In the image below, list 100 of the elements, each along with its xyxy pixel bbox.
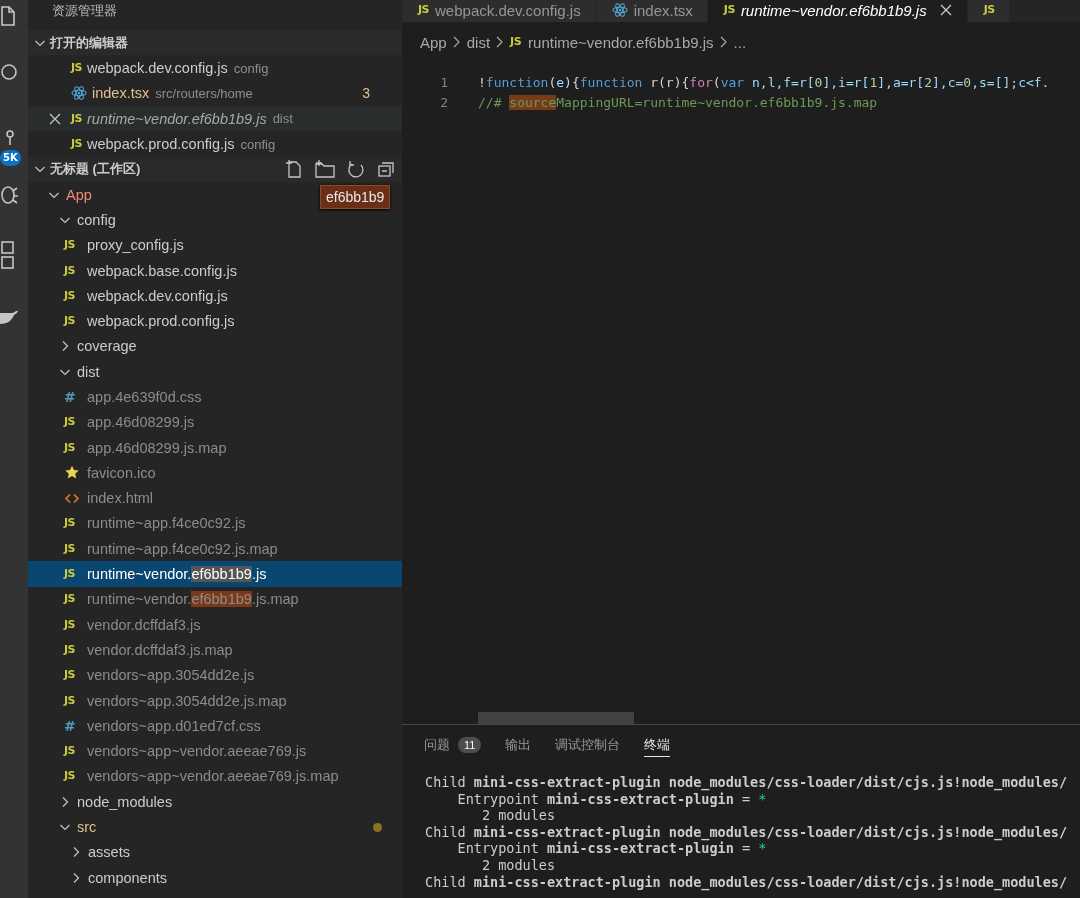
file-name: runtime~app.f4ce0c92.js.map bbox=[87, 540, 278, 557]
new-file-icon[interactable] bbox=[284, 159, 304, 180]
js-file-icon: JS bbox=[64, 541, 80, 556]
count-badge: 11 bbox=[458, 736, 482, 753]
terminal-line: Entrypoint mini-css-extract-plugin = * bbox=[456, 840, 767, 857]
file-item[interactable]: JS app.46d08299.js.map bbox=[28, 434, 233, 461]
js-file-icon: JS bbox=[723, 3, 735, 17]
file-item[interactable]: JS webpack.prod.config.js bbox=[28, 308, 241, 334]
breadcrumb[interactable]: dist bbox=[466, 33, 491, 51]
file-name: vendors~app.3054dd2e.js bbox=[87, 667, 255, 684]
file-item[interactable]: JS vendors~app~vendor.aeeae769.js.map bbox=[28, 763, 345, 790]
file-item[interactable]: JS vendors~app.3054dd2e.js bbox=[28, 662, 261, 688]
editor-tab[interactable]: JS webpack.dev.config.js bbox=[402, 0, 596, 22]
file-name: favicon.ico bbox=[87, 464, 156, 481]
editor-tab[interactable]: index.tsx bbox=[595, 0, 708, 22]
css-file-icon: # bbox=[64, 390, 80, 404]
folder-item[interactable]: node_modules bbox=[28, 789, 179, 815]
file-name: webpack.dev.config.js bbox=[87, 287, 228, 304]
breadcrumb[interactable]: App bbox=[420, 33, 447, 51]
new-folder-icon[interactable] bbox=[314, 159, 336, 180]
problem-count: 3 bbox=[362, 85, 370, 102]
js-file-icon: JS bbox=[64, 415, 80, 430]
panel-tab[interactable]: 输出 bbox=[505, 733, 532, 757]
css-file-icon: # bbox=[64, 718, 80, 733]
editor-tab[interactable]: JS bbox=[967, 0, 1010, 22]
tooltip: ef6bb1b9 bbox=[320, 185, 391, 209]
panel-tab[interactable]: 终端 bbox=[644, 733, 671, 757]
open-editor-item[interactable]: JS webpack.dev.config.js config bbox=[28, 55, 402, 81]
file-name: runtime~vendor.ef6bb1b9.js bbox=[87, 110, 267, 127]
file-item[interactable]: index.html bbox=[28, 485, 160, 511]
file-item[interactable]: # app.4e639f0d.css bbox=[28, 384, 208, 410]
file-path: config bbox=[233, 60, 269, 76]
bug-icon bbox=[0, 185, 18, 205]
breadcrumb[interactable]: ... bbox=[733, 33, 747, 51]
refresh-icon[interactable] bbox=[346, 159, 366, 180]
folder-item[interactable]: components bbox=[28, 865, 173, 891]
scrollbar-thumb[interactable] bbox=[478, 712, 634, 724]
file-item[interactable]: JS webpack.dev.config.js bbox=[28, 283, 234, 309]
file-item[interactable]: JS runtime~vendor.ef6bb1b9.js.map bbox=[28, 586, 305, 612]
open-editor-item[interactable]: JS runtime~vendor.ef6bb1b9.js dist bbox=[28, 106, 402, 132]
js-file-icon: JS bbox=[64, 567, 80, 582]
js-file-icon: JS bbox=[418, 3, 429, 17]
folder-item[interactable]: assets bbox=[28, 839, 136, 865]
file-item[interactable]: JS app.46d08299.js bbox=[28, 409, 201, 435]
file-item[interactable]: JS vendor.dcffdaf3.js bbox=[28, 612, 207, 638]
folder-name: node_modules bbox=[77, 793, 173, 810]
js-file-icon: JS bbox=[983, 3, 995, 17]
folder-item[interactable]: App bbox=[28, 181, 98, 208]
chevron-right-icon bbox=[451, 35, 462, 49]
section-header[interactable]: 无标题 (工作区) bbox=[28, 156, 402, 182]
folder-name: config bbox=[77, 211, 116, 228]
file-item[interactable]: JS runtime~app.f4ce0c92.js.map bbox=[28, 536, 284, 562]
js-file-icon: JS bbox=[64, 617, 80, 632]
js-file-icon: JS bbox=[64, 744, 80, 759]
panel-tab[interactable]: 问题 11 bbox=[424, 733, 482, 757]
folder-item[interactable]: coverage bbox=[28, 333, 143, 360]
file-item[interactable]: JS proxy_config.js bbox=[28, 232, 190, 258]
file-item[interactable]: JS runtime~vendor.ef6bb1b9.js bbox=[28, 561, 402, 587]
file-item[interactable]: favicon.ico bbox=[28, 460, 162, 486]
atom-icon bbox=[71, 85, 87, 102]
file-name: runtime~vendor.ef6bb1b9.js bbox=[87, 566, 267, 583]
file-name: webpack.dev.config.js bbox=[87, 60, 228, 77]
section-header[interactable]: 打开的编辑器 bbox=[28, 30, 402, 56]
file-name: webpack.base.config.js bbox=[87, 262, 237, 279]
terminal-line: Child mini-css-extract-plugin node_modules/css-loader/dist/cjs.js!node_modules/ bbox=[425, 873, 1069, 891]
open-editor-item[interactable]: index.tsx src/routers/home 3 bbox=[28, 80, 402, 107]
file-path: config bbox=[240, 136, 276, 152]
close-icon[interactable] bbox=[938, 3, 953, 17]
js-file-icon: JS bbox=[64, 693, 80, 708]
js-file-icon: JS bbox=[64, 263, 80, 278]
breadcrumb[interactable]: runtime~vendor.ef6bb1b9.js bbox=[528, 33, 714, 51]
folder-name: dist bbox=[77, 363, 100, 380]
file-item[interactable]: JS vendors~app.3054dd2e.js.map bbox=[28, 687, 293, 714]
file-item[interactable]: JS vendor.dcffdaf3.js.map bbox=[28, 637, 239, 663]
js-file-icon: JS bbox=[64, 238, 80, 253]
folder-item[interactable]: config bbox=[28, 207, 122, 233]
folder-item[interactable]: src bbox=[28, 814, 402, 840]
file-item[interactable]: JS vendors~app~vendor.aeeae769.js bbox=[28, 738, 313, 764]
file-name: vendors~app.d01ed7cf.css bbox=[87, 717, 261, 734]
file-name: vendor.dcffdaf3.js bbox=[87, 616, 201, 633]
folder-item[interactable]: dist bbox=[28, 359, 106, 385]
file-name: webpack.prod.config.js bbox=[87, 313, 235, 330]
terminal-line: Entrypoint mini-css-extract-plugin = * bbox=[456, 790, 767, 808]
file-item[interactable]: JS runtime~app.f4ce0c92.js bbox=[28, 510, 252, 537]
chevron-right-icon bbox=[718, 35, 729, 49]
code-line: !function(e){function r(r){for(var n,l,f=r[0],i=r[1],a=r[2],c=0,s=[];c<f. bbox=[478, 74, 1050, 90]
file-name: vendors~app~vendor.aeeae769.js bbox=[87, 743, 307, 760]
panel-title: 资源管理器 bbox=[52, 2, 117, 20]
collapse-icon[interactable] bbox=[376, 159, 396, 180]
search-icon bbox=[1, 63, 17, 81]
file-name: vendors~app.3054dd2e.js.map bbox=[87, 692, 287, 709]
terminal-line: Child mini-css-extract-plugin node_modules/css-loader/dist/cjs.js!node_modules/ bbox=[425, 774, 1069, 791]
editor-tab[interactable]: JS runtime~vendor.ef6bb1b9.js bbox=[707, 0, 968, 22]
file-item[interactable]: # vendors~app.d01ed7cf.css bbox=[28, 713, 267, 739]
file-name: vendor.dcffdaf3.js.map bbox=[87, 641, 233, 658]
open-editor-item[interactable]: JS webpack.prod.config.js config bbox=[28, 131, 402, 157]
star-icon bbox=[64, 465, 80, 481]
file-item[interactable]: JS webpack.base.config.js bbox=[28, 257, 243, 284]
file-name: app.46d08299.js bbox=[87, 414, 195, 431]
panel-tab[interactable]: 调试控制台 bbox=[555, 733, 621, 757]
